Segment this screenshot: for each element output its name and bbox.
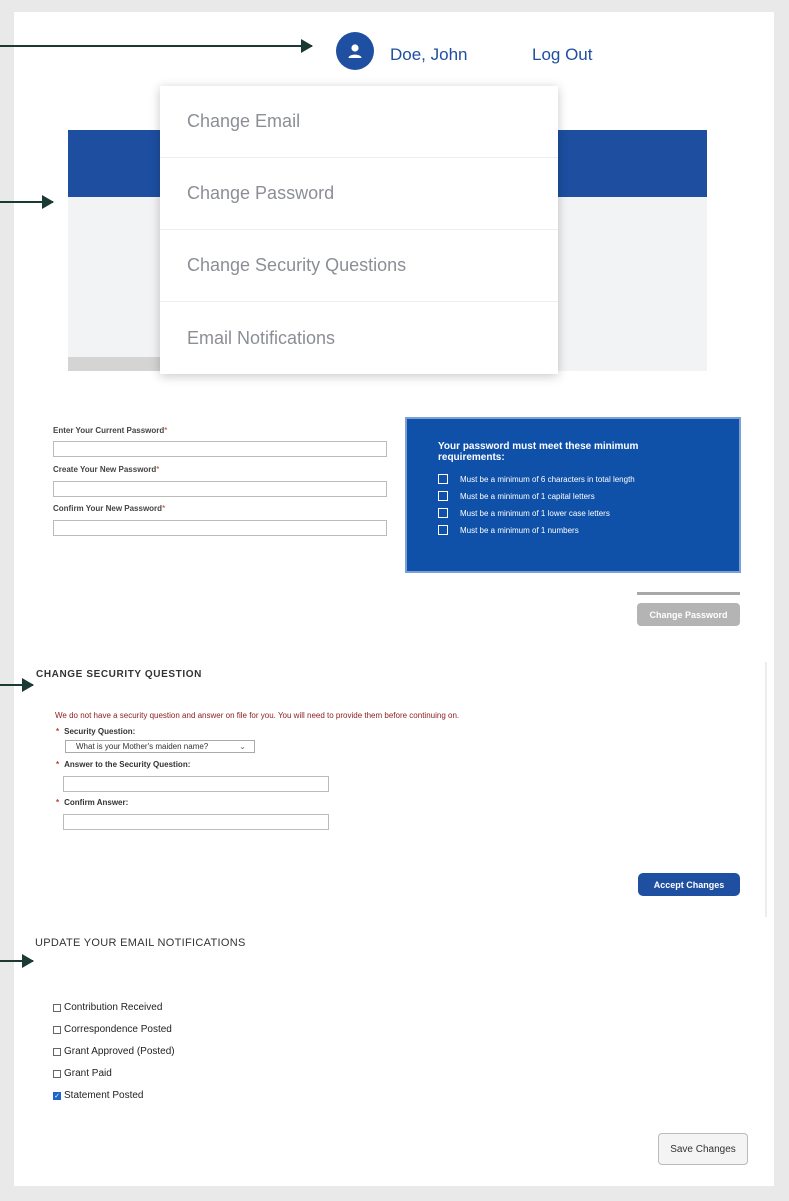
required-mark: * bbox=[56, 798, 60, 807]
avatar[interactable] bbox=[336, 32, 374, 70]
confirm-answer-input[interactable] bbox=[63, 814, 329, 830]
confirm-password-label-text: Confirm Your New Password bbox=[53, 504, 163, 513]
required-mark: * bbox=[162, 504, 166, 513]
checkbox-icon bbox=[438, 525, 448, 535]
menu-item-change-security-questions[interactable]: Change Security Questions bbox=[160, 230, 558, 302]
menu-item-email-notifications[interactable]: Email Notifications bbox=[160, 302, 558, 374]
annotation-arrow-security bbox=[0, 678, 34, 692]
new-password-label: Create Your New Password* bbox=[53, 465, 159, 474]
background-shadow-strip bbox=[68, 357, 160, 371]
required-mark: * bbox=[56, 760, 60, 769]
notification-item[interactable]: Correspondence Posted bbox=[53, 1024, 172, 1035]
requirement-text: Must be a minimum of 1 capital letters bbox=[460, 491, 595, 501]
notification-label: Grant Approved (Posted) bbox=[64, 1046, 175, 1057]
requirement-text: Must be a minimum of 1 lower case letter… bbox=[460, 508, 610, 518]
notification-item[interactable]: Contribution Received bbox=[53, 1002, 162, 1013]
requirement-item: Must be a minimum of 1 capital letters bbox=[438, 491, 709, 501]
notifications-section-title: UPDATE YOUR EMAIL NOTIFICATIONS bbox=[35, 937, 246, 949]
notification-label: Correspondence Posted bbox=[64, 1024, 172, 1035]
security-section-title: CHANGE SECURITY QUESTION bbox=[36, 669, 202, 680]
requirement-item: Must be a minimum of 6 characters in tot… bbox=[438, 474, 709, 484]
change-password-button[interactable]: Change Password bbox=[637, 603, 740, 626]
notification-label: Contribution Received bbox=[64, 1002, 163, 1013]
save-changes-button[interactable]: Save Changes bbox=[658, 1133, 748, 1165]
annotation-arrow-header bbox=[0, 39, 313, 53]
required-mark: * bbox=[164, 426, 168, 435]
security-question-label-text: Security Question: bbox=[64, 727, 136, 736]
checkbox-icon[interactable] bbox=[53, 1003, 61, 1012]
menu-item-change-password[interactable]: Change Password bbox=[160, 158, 558, 230]
chevron-down-icon: ⌄ bbox=[239, 742, 246, 751]
confirm-answer-label: * Confirm Answer: bbox=[56, 798, 128, 807]
checkbox-icon bbox=[438, 508, 448, 518]
requirements-title: Your password must meet these minimum re… bbox=[438, 441, 639, 463]
security-notice: We do not have a security question and a… bbox=[55, 711, 460, 720]
checkbox-checked-icon[interactable]: ✓ bbox=[53, 1091, 61, 1100]
new-password-label-text: Create Your New Password bbox=[53, 465, 157, 474]
password-requirements-box: Your password must meet these minimum re… bbox=[405, 417, 741, 573]
menu-item-change-email[interactable]: Change Email bbox=[160, 86, 558, 158]
security-question-label: * Security Question: bbox=[56, 727, 135, 736]
confirm-password-input[interactable] bbox=[53, 520, 387, 536]
logout-link[interactable]: Log Out bbox=[532, 45, 593, 65]
requirement-text: Must be a minimum of 6 characters in tot… bbox=[460, 474, 635, 484]
annotation-arrow-notifications bbox=[0, 954, 34, 968]
confirm-password-label: Confirm Your New Password* bbox=[53, 504, 165, 513]
checkbox-icon[interactable] bbox=[53, 1025, 61, 1034]
checkbox-icon bbox=[438, 474, 448, 484]
requirement-item: Must be a minimum of 1 numbers bbox=[438, 525, 709, 535]
checkbox-icon[interactable] bbox=[53, 1069, 61, 1078]
required-mark: * bbox=[156, 465, 160, 474]
accept-changes-button[interactable]: Accept Changes bbox=[638, 873, 740, 896]
notification-item[interactable]: Grant Paid bbox=[53, 1068, 112, 1079]
notification-item[interactable]: Grant Approved (Posted) bbox=[53, 1046, 175, 1057]
security-answer-label-text: Answer to the Security Question: bbox=[64, 760, 191, 769]
notification-label: Statement Posted bbox=[64, 1090, 144, 1101]
current-password-label: Enter Your Current Password* bbox=[53, 426, 167, 435]
current-password-label-text: Enter Your Current Password bbox=[53, 426, 165, 435]
button-top-edge bbox=[637, 592, 740, 595]
user-name[interactable]: Doe, John bbox=[390, 45, 468, 65]
required-mark: * bbox=[56, 727, 60, 736]
checkbox-icon[interactable] bbox=[53, 1047, 61, 1056]
confirm-answer-label-text: Confirm Answer: bbox=[64, 798, 129, 807]
requirement-text: Must be a minimum of 1 numbers bbox=[460, 525, 579, 535]
checkbox-icon bbox=[438, 491, 448, 501]
user-icon bbox=[348, 44, 362, 58]
account-dropdown-menu: Change Email Change Password Change Secu… bbox=[160, 86, 558, 374]
notification-label: Grant Paid bbox=[64, 1068, 112, 1079]
security-question-value: What is your Mother's maiden name? bbox=[76, 742, 209, 751]
current-password-input[interactable] bbox=[53, 441, 387, 457]
security-section-edge bbox=[765, 662, 767, 917]
annotation-arrow-menu bbox=[0, 195, 54, 209]
security-answer-label: * Answer to the Security Question: bbox=[56, 760, 190, 769]
requirement-item: Must be a minimum of 1 lower case letter… bbox=[438, 508, 709, 518]
security-answer-input[interactable] bbox=[63, 776, 329, 792]
security-question-select[interactable]: What is your Mother's maiden name? ⌄ bbox=[65, 740, 255, 753]
new-password-input[interactable] bbox=[53, 481, 387, 497]
notification-item[interactable]: ✓ Statement Posted bbox=[53, 1090, 144, 1101]
